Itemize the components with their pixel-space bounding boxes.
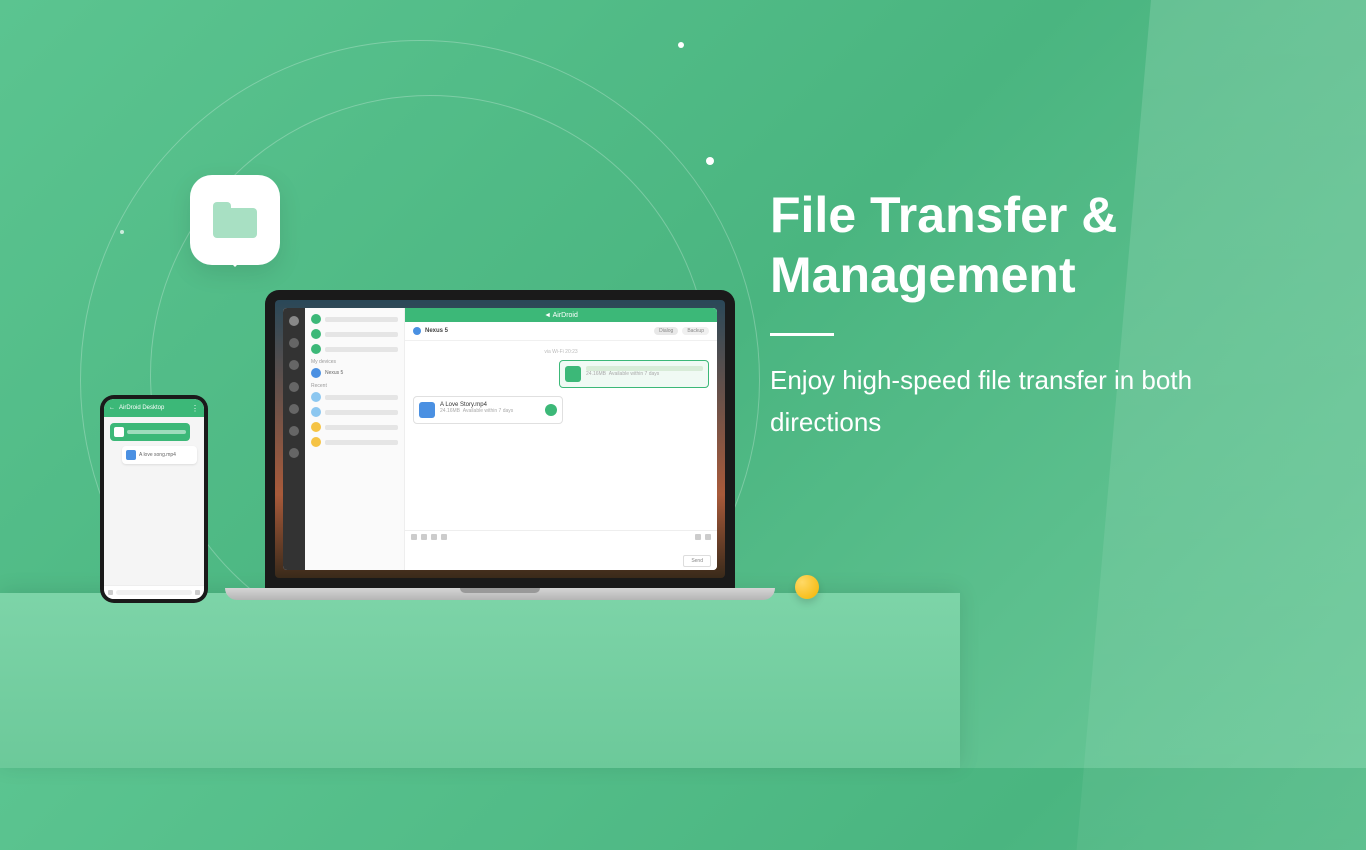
headline-divider	[770, 333, 834, 336]
headline-subtitle: Enjoy high-speed file transfer in both d…	[770, 360, 1310, 443]
emoji-icon[interactable]	[411, 534, 417, 540]
received-bubble[interactable]: A love song.mp4	[122, 446, 197, 464]
menu-icon[interactable]: ⋮	[191, 404, 199, 413]
file-icon	[565, 366, 581, 382]
list-item[interactable]	[311, 392, 398, 402]
phone-chat-body: A love song.mp4	[104, 417, 204, 585]
send-icon[interactable]	[195, 590, 200, 595]
list-item[interactable]	[311, 437, 398, 447]
folder-bubble	[190, 175, 280, 265]
nav-icon[interactable]	[289, 448, 299, 458]
file-name: A love song.mp4	[139, 452, 176, 458]
headline-block: File Transfer & Management Enjoy high-sp…	[770, 185, 1310, 443]
file-bar	[127, 430, 186, 434]
download-button[interactable]	[545, 404, 557, 416]
image-icon[interactable]	[431, 534, 437, 540]
chat-body: via Wi-Fi 20:23 24.16MB Available within…	[405, 341, 717, 530]
phone-app-title: AirDroid Desktop	[119, 405, 164, 411]
list-item[interactable]	[311, 422, 398, 432]
sent-bubble[interactable]	[110, 423, 190, 441]
list-section-label: My devices	[311, 359, 398, 365]
avatar-icon[interactable]	[289, 316, 299, 326]
list-item[interactable]	[311, 329, 398, 339]
folder-icon[interactable]	[441, 534, 447, 540]
sent-file-bubble[interactable]: 24.16MB Available within 7 days	[559, 360, 709, 388]
app-header: ◄ AirDroid	[405, 308, 717, 322]
received-file-bubble[interactable]: A Love Story.mp4 24.16MB Available withi…	[413, 396, 563, 424]
list-item[interactable]: Nexus 5	[311, 368, 398, 378]
app-main: ◄ AirDroid Nexus 5 Dialog Backup via Wi-…	[405, 308, 717, 570]
list-item[interactable]	[311, 344, 398, 354]
desktop-app: My devices Nexus 5 Recent ◄ AirDroid Nex…	[283, 308, 717, 570]
app-sidebar	[283, 308, 305, 570]
nav-icon[interactable]	[289, 404, 299, 414]
app-brand: ◄ AirDroid	[544, 312, 578, 319]
list-section-label: Recent	[311, 383, 398, 389]
send-button[interactable]: Send	[683, 555, 711, 567]
nav-icon[interactable]	[289, 426, 299, 436]
nav-icon[interactable]	[289, 338, 299, 348]
phone-screen: ← AirDroid Desktop ⋮ A love song.mp4	[104, 399, 204, 599]
decorative-dot	[706, 157, 714, 165]
chat-header: Nexus 5 Dialog Backup	[405, 322, 717, 341]
nav-icon[interactable]	[289, 360, 299, 370]
laptop-base	[225, 588, 775, 600]
chat-input-bar: Send	[405, 530, 717, 570]
more-icon[interactable]	[705, 534, 711, 540]
laptop-wallpaper: My devices Nexus 5 Recent ◄ AirDroid Nex…	[275, 300, 725, 578]
contact-name: Nexus 5	[425, 328, 448, 334]
clip-icon[interactable]	[695, 534, 701, 540]
phone-app-header: ← AirDroid Desktop ⋮	[104, 399, 204, 417]
date-label: via Wi-Fi 20:23	[413, 349, 709, 355]
decorative-ball	[795, 575, 819, 599]
decorative-dot	[120, 230, 124, 234]
attach-icon[interactable]	[421, 534, 427, 540]
tab-dialog[interactable]: Dialog	[654, 327, 678, 335]
laptop-mockup: My devices Nexus 5 Recent ◄ AirDroid Nex…	[225, 290, 775, 600]
decorative-dot	[678, 42, 684, 48]
nav-icon[interactable]	[289, 382, 299, 392]
folder-icon	[213, 202, 257, 238]
platform	[0, 593, 960, 768]
contact-avatar-icon	[413, 327, 421, 335]
file-meta: 24.16MB Available within 7 days	[440, 408, 540, 414]
list-item[interactable]	[311, 407, 398, 417]
file-icon	[419, 402, 435, 418]
file-icon	[126, 450, 136, 460]
file-icon	[114, 427, 124, 437]
file-meta: 24.16MB Available within 7 days	[586, 371, 703, 377]
text-input[interactable]	[116, 590, 192, 595]
contact-list: My devices Nexus 5 Recent	[305, 308, 405, 570]
tab-backup[interactable]: Backup	[682, 327, 709, 335]
phone-mockup: ← AirDroid Desktop ⋮ A love song.mp4	[100, 395, 208, 603]
list-item[interactable]	[311, 314, 398, 324]
headline-title: File Transfer & Management	[770, 185, 1310, 305]
laptop-screen: My devices Nexus 5 Recent ◄ AirDroid Nex…	[265, 290, 735, 588]
phone-input-bar	[104, 585, 204, 599]
attach-icon[interactable]	[108, 590, 113, 595]
back-icon[interactable]: ←	[109, 405, 115, 411]
